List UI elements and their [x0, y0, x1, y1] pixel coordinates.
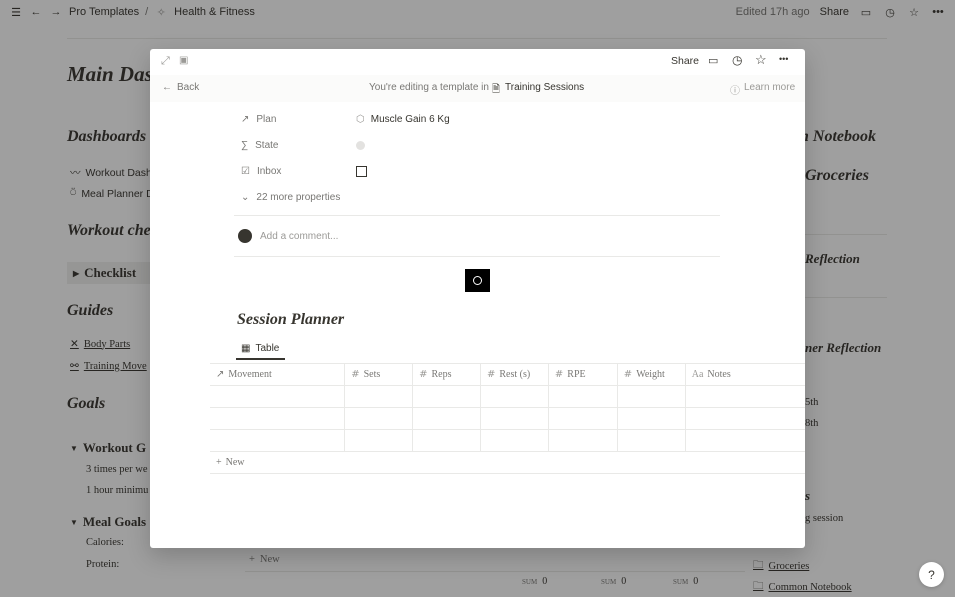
back-button[interactable]: ← Back: [162, 82, 199, 93]
back-arrow-icon: ←: [162, 82, 172, 93]
help-button[interactable]: ?: [919, 562, 944, 587]
table-row[interactable]: [210, 385, 805, 408]
banner-database-link[interactable]: 🗎 Training Sessions: [492, 82, 584, 99]
table-cell[interactable]: [210, 407, 346, 430]
modal-share-button[interactable]: Share: [671, 55, 699, 67]
table-header-row: ↗ Movement # Sets # Reps # Rest (s) # RPE # We…: [210, 363, 805, 386]
table-cell[interactable]: [685, 429, 805, 452]
number-icon: #: [351, 369, 360, 380]
section-title: Session Planner: [237, 311, 345, 328]
table-cell[interactable]: [548, 429, 618, 452]
state-indicator: [356, 141, 365, 150]
template-modal: ⤢ ▣ Share ▭ ◷ ☆ ••• ← Back You're editing…: [150, 49, 805, 548]
clock-icon[interactable]: ◷: [732, 53, 742, 67]
table-cell[interactable]: [412, 429, 481, 452]
add-row[interactable]: + New: [210, 451, 805, 474]
comment-icon[interactable]: ▭: [708, 54, 718, 67]
more-icon[interactable]: •••: [779, 54, 788, 64]
number-icon: #: [486, 369, 496, 380]
table-cell[interactable]: [344, 407, 414, 430]
avatar: [238, 229, 252, 243]
number-icon: #: [419, 369, 428, 380]
session-table: ↗ Movement # Sets # Reps # Rest (s) # RPE # We…: [210, 363, 805, 474]
table-cell[interactable]: [617, 385, 686, 408]
table-cell[interactable]: [548, 407, 618, 430]
table-row[interactable]: [210, 407, 805, 430]
column-header-weight[interactable]: # Weight: [617, 363, 686, 386]
text-icon: Aa: [691, 369, 704, 380]
table-cell[interactable]: [344, 385, 414, 408]
sidebar-view-icon[interactable]: ▣: [179, 55, 188, 66]
divider: [234, 215, 720, 216]
column-header-rest[interactable]: # Rest (s): [480, 363, 549, 386]
table-cell[interactable]: [210, 385, 346, 408]
banner-text: You're editing a template in: [369, 82, 489, 93]
column-header-reps[interactable]: # Reps: [412, 363, 481, 386]
tab-table-view[interactable]: ▦ Table: [236, 338, 285, 360]
table-cell[interactable]: [617, 429, 686, 452]
property-inbox[interactable]: ☑ Inbox: [241, 166, 367, 177]
table-cell[interactable]: [412, 385, 481, 408]
more-properties-toggle[interactable]: ⌄ 22 more properties: [241, 192, 356, 203]
cube-icon: ⬡: [356, 114, 365, 125]
learn-more-link[interactable]: ⓘ Learn more: [730, 82, 795, 97]
table-cell[interactable]: [617, 407, 686, 430]
column-header-notes[interactable]: Aa Notes: [685, 363, 805, 386]
document-icon: 🗎: [492, 84, 501, 95]
loading-spinner: [465, 269, 490, 292]
new-row-button[interactable]: + New: [210, 451, 805, 474]
table-cell[interactable]: [210, 429, 346, 452]
table-cell[interactable]: [480, 429, 549, 452]
table-cell[interactable]: [480, 385, 549, 408]
table-cell[interactable]: [685, 407, 805, 430]
table-cell[interactable]: [412, 407, 481, 430]
spinner-icon: [473, 276, 482, 285]
arrow-up-right-icon: ↗: [241, 114, 250, 125]
plus-icon: +: [216, 457, 222, 468]
help-label: ?: [928, 567, 935, 582]
column-header-movement[interactable]: ↗ Movement: [210, 363, 346, 386]
table-row[interactable]: [210, 429, 805, 452]
number-icon: #: [554, 369, 564, 380]
comment-box[interactable]: Add a comment...: [238, 229, 338, 243]
number-icon: #: [623, 369, 633, 380]
star-icon[interactable]: ☆: [755, 52, 767, 68]
help-circle-icon: ⓘ: [730, 86, 740, 97]
table-cell[interactable]: [685, 385, 805, 408]
table-cell[interactable]: [344, 429, 414, 452]
inbox-checkbox[interactable]: [356, 166, 367, 177]
sigma-icon: ∑: [241, 140, 249, 151]
divider: [234, 256, 720, 257]
template-banner: ← Back You're editing a template in 🗎 Trai…: [150, 75, 805, 102]
modal-toolbar: ⤢ ▣ Share ▭ ◷ ☆ •••: [150, 49, 805, 74]
chevron-down-icon: ⌄: [241, 192, 250, 203]
checkbox-icon: ☑: [241, 166, 250, 177]
column-header-rpe[interactable]: # RPE: [548, 363, 618, 386]
table-cell[interactable]: [548, 385, 618, 408]
property-state[interactable]: ∑ State: [241, 140, 365, 151]
arrow-up-right-icon: ↗: [216, 369, 225, 380]
expand-icon[interactable]: ⤢: [161, 55, 170, 68]
table-cell[interactable]: [480, 407, 549, 430]
property-plan[interactable]: ↗ Plan ⬡ Muscle Gain 6 Kg: [241, 114, 450, 125]
table-icon: ▦: [241, 342, 251, 354]
column-header-sets[interactable]: # Sets: [344, 363, 414, 386]
